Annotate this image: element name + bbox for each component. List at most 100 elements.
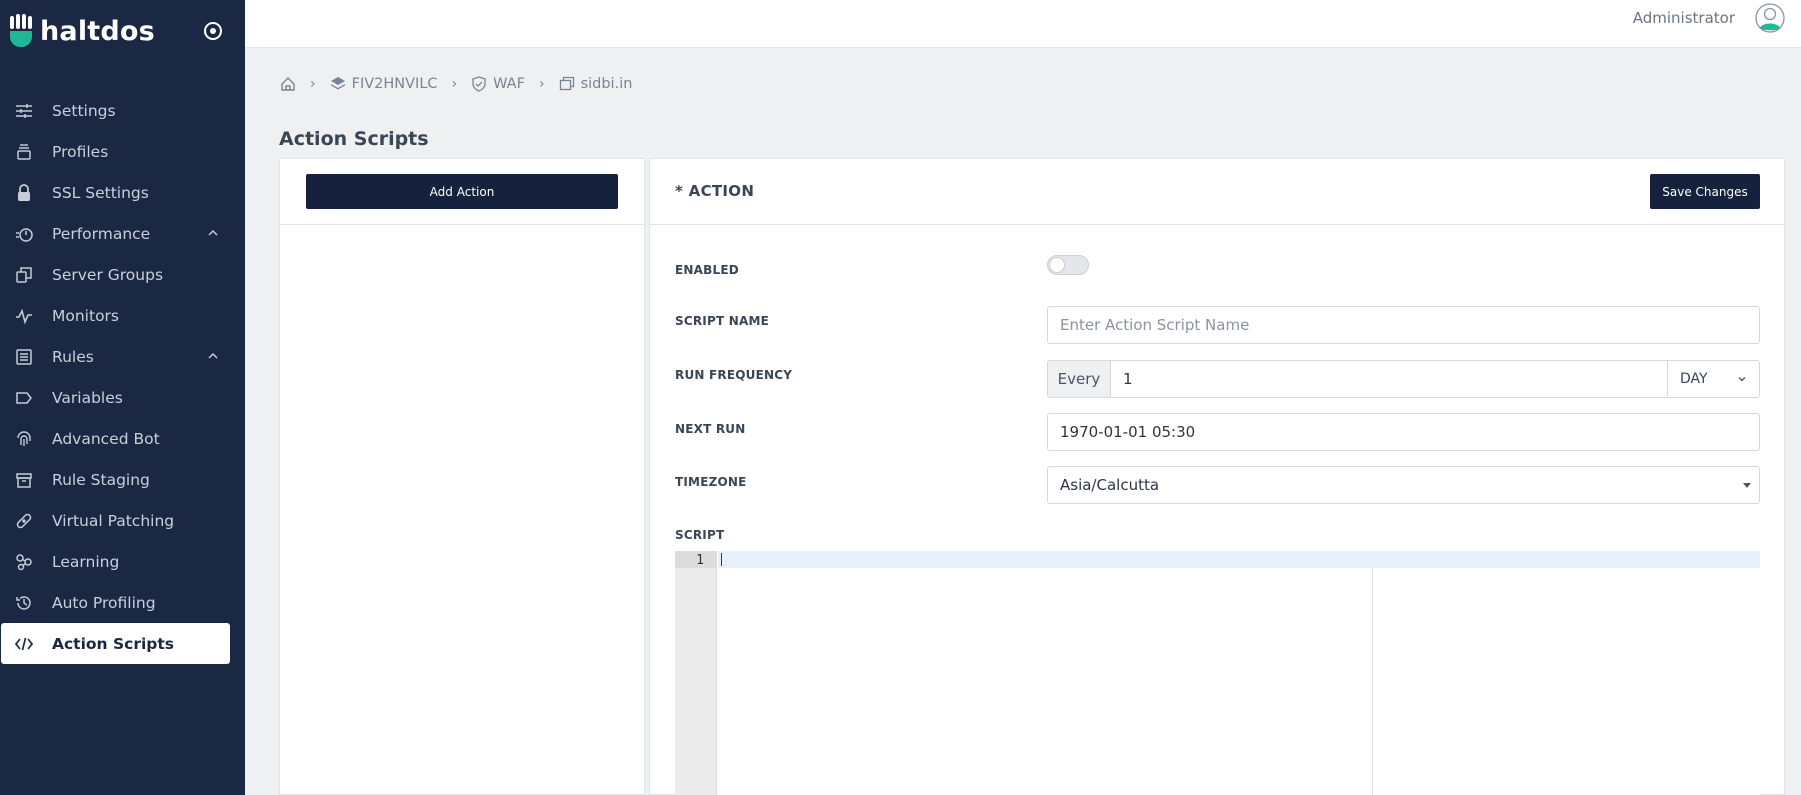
- fingerprint-icon: [14, 429, 34, 449]
- script-name-label: SCRIPT NAME: [675, 314, 769, 328]
- enabled-toggle[interactable]: [1047, 255, 1089, 275]
- editor-gutter: 1: [675, 551, 717, 795]
- timezone-label: TIMEZONE: [675, 475, 747, 489]
- brand-logo[interactable]: haltdos: [8, 14, 155, 48]
- sidebar-item-label: Server Groups: [52, 265, 164, 284]
- chevron-up-icon: [208, 352, 218, 359]
- layers-icon: [14, 142, 34, 162]
- archive-icon: [14, 470, 34, 490]
- action-form-panel: * ACTION Save Changes ENABLED SCRIPT NAM…: [649, 158, 1785, 795]
- active-line-highlight: [718, 551, 1760, 568]
- run-frequency-unit-select[interactable]: DAY: [1667, 361, 1759, 397]
- breadcrumb-separator: ›: [538, 76, 545, 92]
- add-action-button[interactable]: Add Action: [306, 174, 618, 209]
- sidebar-item-label: Advanced Bot: [52, 429, 160, 448]
- list-icon: [14, 347, 34, 367]
- pulse-icon: [14, 306, 34, 326]
- breadcrumb-label: WAF: [493, 76, 525, 92]
- brand-name: haltdos: [40, 15, 155, 47]
- home-icon: [281, 77, 295, 91]
- caret-down-icon: [1743, 483, 1751, 488]
- sidebar-item-rule-staging[interactable]: Rule Staging: [0, 459, 245, 500]
- action-list-panel: Add Action: [279, 158, 645, 795]
- molecule-icon: [14, 552, 34, 572]
- breadcrumb-home[interactable]: [280, 76, 296, 92]
- breadcrumb: › FIV2HNVILC › WAF › sidbi.in: [280, 76, 632, 92]
- topbar: Administrator: [245, 0, 1801, 48]
- sidebar-nav: Settings Profiles SSL Settings Performan…: [0, 90, 245, 664]
- sidebar-item-ssl-settings[interactable]: SSL Settings: [0, 172, 245, 213]
- code-icon: [14, 634, 34, 654]
- history-icon: [14, 593, 34, 613]
- copy-icon: [14, 265, 34, 285]
- sidebar-item-rules[interactable]: Rules: [0, 336, 245, 377]
- sidebar-item-label: Auto Profiling: [52, 593, 156, 612]
- run-frequency-label: RUN FREQUENCY: [675, 368, 793, 382]
- sidebar-item-action-scripts[interactable]: Action Scripts: [1, 623, 230, 664]
- chevron-up-icon: [208, 229, 218, 236]
- breadcrumb-label: sidbi.in: [580, 76, 633, 92]
- sidebar-item-label: Action Scripts: [52, 634, 175, 653]
- sidebar-item-label: Rules: [52, 347, 94, 366]
- stack-icon: [330, 77, 345, 90]
- enabled-label: ENABLED: [675, 263, 739, 277]
- text-cursor: [721, 553, 722, 566]
- sidebar-item-monitors[interactable]: Monitors: [0, 295, 245, 336]
- timezone-select[interactable]: Asia/Calcutta: [1047, 466, 1760, 504]
- tag-icon: [14, 388, 34, 408]
- sidebar-item-label: Profiles: [52, 142, 109, 161]
- next-run-input[interactable]: [1047, 413, 1760, 451]
- sidebar-item-advanced-bot[interactable]: Advanced Bot: [0, 418, 245, 459]
- run-frequency-unit-value: DAY: [1680, 371, 1708, 387]
- script-name-input[interactable]: [1047, 306, 1760, 344]
- sidebar-item-label: Monitors: [52, 306, 119, 325]
- logo-row: haltdos: [0, 0, 245, 62]
- sidebar-item-label: SSL Settings: [52, 183, 149, 202]
- form-title: * ACTION: [675, 182, 755, 200]
- stopwatch-icon: [14, 224, 34, 244]
- action-form-header: * ACTION Save Changes: [650, 159, 1784, 225]
- sidebar-item-label: Performance: [52, 224, 151, 243]
- toggle-knob: [1049, 257, 1065, 273]
- next-run-label: NEXT RUN: [675, 422, 746, 436]
- shield-check-icon: [472, 76, 486, 92]
- sidebar-item-label: Variables: [52, 388, 123, 407]
- script-editor[interactable]: 1: [675, 551, 1760, 795]
- sidebar: haltdos Settings Profiles SSL Settings P…: [0, 0, 245, 795]
- sidebar-item-virtual-patching[interactable]: Virtual Patching: [0, 500, 245, 541]
- sidebar-item-label: Settings: [52, 101, 116, 120]
- chevron-down-icon: [1738, 377, 1746, 382]
- breadcrumb-site[interactable]: sidbi.in: [559, 76, 633, 92]
- sidebar-item-variables[interactable]: Variables: [0, 377, 245, 418]
- line-number: 1: [696, 553, 704, 568]
- sidebar-item-learning[interactable]: Learning: [0, 541, 245, 582]
- timezone-value: Asia/Calcutta: [1060, 476, 1160, 494]
- breadcrumb-separator: ›: [310, 76, 316, 92]
- window-icon: [559, 76, 574, 91]
- sidebar-item-settings[interactable]: Settings: [0, 90, 245, 131]
- sidebar-item-label: Virtual Patching: [52, 511, 175, 530]
- sidebar-item-performance[interactable]: Performance: [0, 213, 245, 254]
- print-margin: [1372, 568, 1373, 795]
- sidebar-item-label: Learning: [52, 552, 120, 571]
- breadcrumb-tenant[interactable]: FIV2HNVILC: [330, 76, 438, 92]
- breadcrumb-waf[interactable]: WAF: [471, 76, 525, 92]
- bandage-icon: [14, 511, 34, 531]
- run-frequency-input[interactable]: [1111, 361, 1667, 397]
- page-title: Action Scripts: [279, 128, 429, 150]
- run-frequency-group: Every DAY: [1047, 360, 1760, 398]
- sidebar-item-label: Rule Staging: [52, 470, 150, 489]
- script-label: SCRIPT: [675, 528, 725, 542]
- sliders-icon: [14, 101, 34, 121]
- lock-icon: [14, 183, 34, 203]
- sidebar-item-auto-profiling[interactable]: Auto Profiling: [0, 582, 245, 623]
- sidebar-item-server-groups[interactable]: Server Groups: [0, 254, 245, 295]
- sidebar-item-profiles[interactable]: Profiles: [0, 131, 245, 172]
- user-name[interactable]: Administrator: [1633, 9, 1735, 27]
- breadcrumb-label: FIV2HNVILC: [351, 76, 438, 92]
- save-changes-button[interactable]: Save Changes: [1650, 174, 1760, 209]
- action-list-header: Add Action: [280, 159, 644, 225]
- breadcrumb-separator: ›: [451, 76, 458, 92]
- collapse-sidebar-icon[interactable]: [202, 20, 224, 42]
- user-avatar-icon[interactable]: [1755, 3, 1785, 33]
